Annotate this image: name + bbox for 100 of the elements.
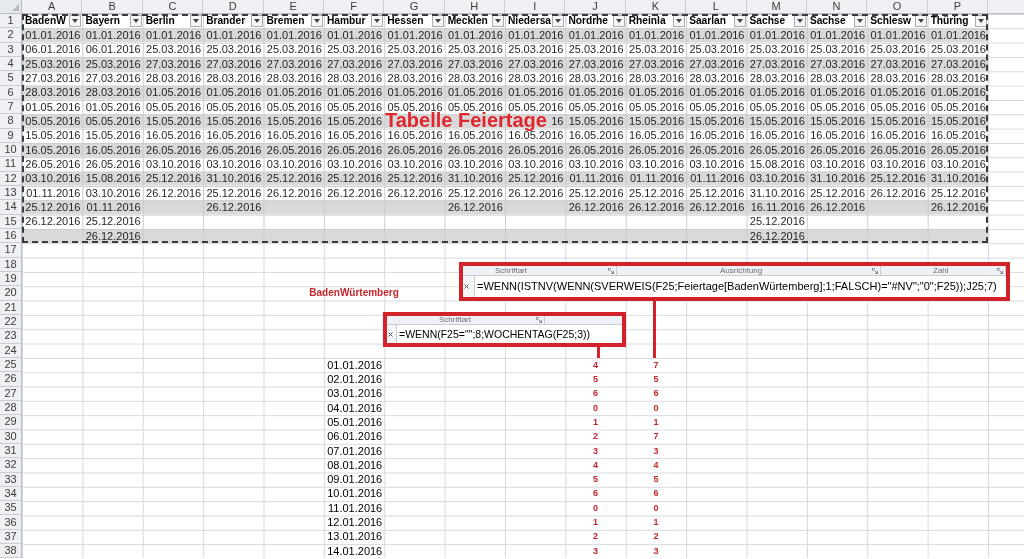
row-heading[interactable]: 24 xyxy=(0,343,21,358)
table-cell-text: 05.05.2016 xyxy=(84,114,142,129)
sheet-label: BadenWürtemberg xyxy=(309,288,399,299)
row-heading[interactable]: 5 xyxy=(0,71,21,86)
table-cell-text: 15.05.2016 xyxy=(265,114,323,129)
column-heading[interactable]: E xyxy=(263,0,324,13)
row-heading[interactable]: 2 xyxy=(0,28,21,43)
filter-button[interactable] xyxy=(673,15,686,28)
row-heading[interactable]: 30 xyxy=(0,429,21,444)
column-heading[interactable]: B xyxy=(82,0,143,13)
row-heading[interactable]: 15 xyxy=(0,214,21,229)
filter-button[interactable] xyxy=(250,15,263,28)
filter-button[interactable] xyxy=(793,15,806,28)
row-heading[interactable]: 18 xyxy=(0,257,21,272)
table-cell-text: 05.05.2016 xyxy=(869,99,927,115)
table-cell-text: 27.03.2016 xyxy=(446,57,504,72)
dialog-launcher-icon xyxy=(997,267,1003,274)
cross-icon xyxy=(388,331,393,337)
ribbon-group-label: Zahl xyxy=(933,266,949,275)
row-heading[interactable]: 20 xyxy=(0,286,21,301)
table-cell-text: 26.05.2016 xyxy=(869,142,927,158)
table-cell-text: 16.05.2016 xyxy=(929,128,987,143)
row-heading[interactable]: 28 xyxy=(0,400,21,416)
row-heading[interactable]: 11 xyxy=(0,157,21,172)
row-heading[interactable]: 33 xyxy=(0,472,21,487)
filter-button[interactable] xyxy=(190,15,203,28)
row-heading[interactable]: 22 xyxy=(0,314,21,330)
number-cell-text: 0 xyxy=(592,501,600,515)
column-heading[interactable]: N xyxy=(806,0,868,13)
filter-button[interactable] xyxy=(914,15,927,28)
filter-button[interactable] xyxy=(129,15,142,28)
column-heading[interactable]: O xyxy=(867,0,928,13)
number-cell-text: 6 xyxy=(592,487,600,501)
table-cell-text: 25.12.2016 xyxy=(869,171,927,186)
filter-button[interactable] xyxy=(371,15,384,28)
column-heading[interactable]: C xyxy=(142,0,204,13)
row-heading[interactable]: 35 xyxy=(0,501,21,516)
column-heading[interactable]: P xyxy=(927,0,988,13)
table-cell-text: 26.05.2016 xyxy=(507,142,565,158)
table-cell-text: 16.05.2016 xyxy=(24,142,82,158)
table-cell-text: 01.01.2016 xyxy=(84,28,142,43)
table-cell-text: 26.05.2016 xyxy=(446,142,504,158)
filter-button[interactable] xyxy=(310,15,323,28)
row-heading[interactable]: 3 xyxy=(0,42,21,57)
column-heading[interactable]: K xyxy=(625,0,687,13)
column-heading[interactable]: F xyxy=(323,0,385,13)
row-heading[interactable]: 19 xyxy=(0,271,21,287)
row-heading[interactable]: 17 xyxy=(0,243,21,258)
filter-button[interactable] xyxy=(492,15,504,28)
row-heading[interactable]: 31 xyxy=(0,443,21,459)
filter-button[interactable] xyxy=(552,15,565,28)
column-heading[interactable]: A xyxy=(22,0,83,13)
row-heading[interactable]: 27 xyxy=(0,386,21,401)
filter-button[interactable] xyxy=(975,15,987,28)
row-heading[interactable]: 1 xyxy=(0,14,21,29)
row-heading[interactable]: 29 xyxy=(0,415,21,430)
filter-button[interactable] xyxy=(854,15,867,28)
table-cell-text: 05.05.2016 xyxy=(628,99,686,115)
row-heading[interactable]: 9 xyxy=(0,128,21,143)
row-heading[interactable]: 13 xyxy=(0,185,21,201)
filter-button[interactable] xyxy=(69,15,82,28)
row-heading[interactable]: 12 xyxy=(0,171,21,186)
column-heading[interactable]: H xyxy=(444,0,505,13)
row-heading[interactable]: 6 xyxy=(0,85,21,100)
column-heading[interactable]: G xyxy=(384,0,445,13)
column-heading[interactable]: M xyxy=(746,0,807,13)
row-heading[interactable]: 14 xyxy=(0,200,21,215)
row-heading[interactable]: 7 xyxy=(0,99,21,115)
row-heading[interactable]: 34 xyxy=(0,486,21,502)
date-cell-text: 14.01.2016 xyxy=(326,544,384,559)
table-cell-text: 26.12.2016 xyxy=(809,200,867,215)
table-cell-text: 25.03.2016 xyxy=(205,42,263,57)
column-heading[interactable]: L xyxy=(686,0,747,13)
row-heading[interactable]: 26 xyxy=(0,372,21,387)
column-heading[interactable]: J xyxy=(565,0,626,13)
row-heading[interactable]: 36 xyxy=(0,515,21,530)
filter-button[interactable] xyxy=(733,15,746,28)
column-heading[interactable]: I xyxy=(505,0,566,13)
row-heading[interactable]: 25 xyxy=(0,357,21,373)
table-cell-text: 16.05.2016 xyxy=(386,128,444,143)
table-cell-text: 01.05.2016 xyxy=(265,85,323,100)
table-cell-text: 26.05.2016 xyxy=(145,142,203,158)
table-cell-text: 25.12.2016 xyxy=(929,185,987,201)
filter-button[interactable] xyxy=(612,15,625,28)
table-header: Sachse xyxy=(809,16,846,27)
table-cell-text: 15.05.2016 xyxy=(809,114,867,129)
row-heading[interactable]: 4 xyxy=(0,57,21,72)
row-heading[interactable]: 38 xyxy=(0,544,21,559)
row-heading[interactable]: 10 xyxy=(0,142,21,158)
row-heading[interactable]: 8 xyxy=(0,114,21,129)
table-cell-text: 26.12.2016 xyxy=(24,214,82,229)
column-heading[interactable]: D xyxy=(203,0,264,13)
row-heading[interactable]: 21 xyxy=(0,300,21,315)
table-cell-text: 15.05.2016 xyxy=(145,114,203,129)
row-heading[interactable]: 16 xyxy=(0,228,21,244)
filter-button[interactable] xyxy=(431,15,444,28)
row-heading[interactable]: 23 xyxy=(0,329,21,344)
row-heading[interactable]: 37 xyxy=(0,529,21,545)
row-heading[interactable]: 32 xyxy=(0,458,21,473)
table-cell-text: 01.01.2016 xyxy=(507,28,565,43)
